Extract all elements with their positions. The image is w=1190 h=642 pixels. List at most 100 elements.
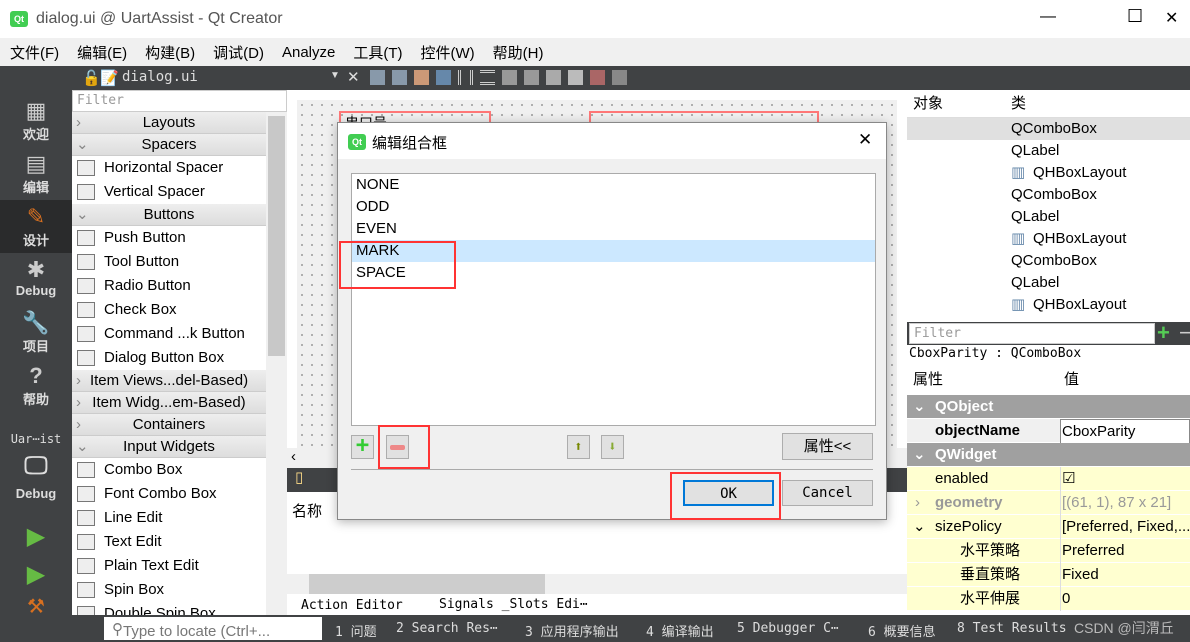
widget-item[interactable]: Combo Box: [72, 458, 266, 482]
maximize-button[interactable]: ☐: [1127, 6, 1143, 27]
property-value[interactable]: [Preferred, Fixed,...: [1060, 515, 1190, 539]
property-row[interactable]: 水平伸展 0: [907, 587, 1190, 611]
property-value[interactable]: [(61, 1), 87 x 21]: [1060, 491, 1190, 515]
new-action-icon[interactable]: ▯: [287, 469, 303, 486]
menu-item[interactable]: 构建(B): [145, 42, 195, 63]
property-value[interactable]: Preferred: [1060, 539, 1190, 563]
edit-buddies-icon[interactable]: [414, 70, 429, 85]
property-row[interactable]: 垂直策略 Fixed: [907, 563, 1190, 587]
combo-items-list[interactable]: NONE ODD EVEN MARK SPACE: [351, 173, 876, 426]
output-pane-button[interactable]: 6 概要信息: [868, 621, 936, 640]
mode-document[interactable]: ▤ 编辑: [0, 151, 72, 196]
mode-grid[interactable]: ▦ 欢迎: [0, 98, 72, 143]
tab-signals-slots-editor[interactable]: Signals _Slots Edi⋯: [427, 595, 627, 615]
layout-grid-icon[interactable]: [568, 70, 583, 85]
property-filter-input[interactable]: Filter: [909, 323, 1155, 344]
widget-category[interactable]: › Layouts: [72, 112, 266, 134]
widget-box-scrollbar[interactable]: [266, 112, 287, 615]
output-pane-button[interactable]: 1 问题: [335, 621, 377, 640]
tab-action-editor[interactable]: Action Editor: [293, 595, 423, 615]
menu-item[interactable]: 调试(D): [213, 42, 264, 63]
adjust-size-icon[interactable]: [612, 70, 627, 85]
combo-item[interactable]: ODD: [352, 196, 875, 218]
object-row[interactable]: ▥ QHBoxLayout: [907, 294, 1190, 316]
property-group[interactable]: ⌄ QObject: [907, 395, 1190, 419]
edit-widgets-icon[interactable]: [370, 70, 385, 85]
action-h-scrollbar[interactable]: [287, 574, 907, 594]
edit-tab-order-icon[interactable]: [436, 70, 451, 85]
cancel-button[interactable]: Cancel: [782, 480, 873, 506]
widget-item[interactable]: Check Box: [72, 298, 266, 322]
widget-item[interactable]: Tool Button: [72, 250, 266, 274]
widget-item[interactable]: Double Spin Box: [72, 602, 266, 615]
object-row[interactable]: QLabel: [907, 140, 1190, 162]
layout-vertical-icon[interactable]: [480, 70, 495, 85]
add-item-button[interactable]: +: [351, 435, 374, 459]
property-group[interactable]: ⌄ QWidget: [907, 443, 1190, 467]
widget-item[interactable]: Text Edit: [72, 530, 266, 554]
widget-category[interactable]: › Item Views...del-Based): [72, 370, 266, 392]
layout-splitter-v-icon[interactable]: [524, 70, 539, 85]
widget-item[interactable]: Font Combo Box: [72, 482, 266, 506]
chevron-down-icon[interactable]: ▼: [330, 70, 340, 81]
menu-item[interactable]: 工具(T): [353, 42, 402, 63]
menu-item[interactable]: 文件(F): [10, 42, 59, 63]
widget-item[interactable]: Radio Button: [72, 274, 266, 298]
menu-item[interactable]: 编辑(E): [77, 42, 127, 63]
mode-pencil[interactable]: ✎ 设计: [0, 200, 72, 253]
remove-property-icon[interactable]: −: [1179, 320, 1190, 346]
property-row[interactable]: › geometry [(61, 1), 87 x 21]: [907, 491, 1190, 515]
break-layout-icon[interactable]: [590, 70, 605, 85]
object-row[interactable]: QComboBox: [907, 250, 1190, 272]
combo-item[interactable]: EVEN: [352, 218, 875, 240]
widget-filter-input[interactable]: Filter: [72, 90, 287, 112]
widget-item[interactable]: Line Edit: [72, 506, 266, 530]
property-value[interactable]: Fixed: [1060, 563, 1190, 587]
layout-splitter-h-icon[interactable]: [502, 70, 517, 85]
object-row[interactable]: QLabel: [907, 272, 1190, 294]
object-row[interactable]: ▥ QHBoxLayout: [907, 162, 1190, 184]
debug-run-icon[interactable]: ▶: [0, 560, 72, 589]
menu-item[interactable]: 控件(W): [421, 42, 475, 63]
edit-signals-icon[interactable]: [392, 70, 407, 85]
widget-item[interactable]: Vertical Spacer: [72, 180, 266, 204]
add-property-icon[interactable]: +: [1157, 320, 1170, 346]
property-row[interactable]: enabled ☑: [907, 467, 1190, 491]
properties-toggle-button[interactable]: 属性<<: [782, 433, 873, 460]
menu-item[interactable]: Analyze: [282, 44, 335, 61]
widget-category[interactable]: › Containers: [72, 414, 266, 436]
open-file-selector[interactable]: dialog.ui: [122, 69, 198, 85]
close-document-icon[interactable]: ✕: [347, 68, 360, 86]
object-row[interactable]: ▥ QHBoxLayout: [907, 228, 1190, 250]
move-down-button[interactable]: ⬇: [601, 435, 624, 459]
output-pane-button[interactable]: 5 Debugger C⋯: [737, 621, 839, 636]
layout-horizontal-icon[interactable]: [458, 70, 473, 85]
output-pane-button[interactable]: 4 编译输出: [646, 621, 714, 640]
menu-item[interactable]: 帮助(H): [493, 42, 544, 63]
run-icon[interactable]: ▶: [0, 522, 72, 551]
combo-item[interactable]: NONE: [352, 174, 875, 196]
property-row[interactable]: 水平策略 Preferred: [907, 539, 1190, 563]
widget-category[interactable]: ⌄ Spacers: [72, 134, 266, 156]
property-row[interactable]: ⌄ sizePolicy [Preferred, Fixed,...: [907, 515, 1190, 539]
property-value[interactable]: ☑: [1060, 467, 1190, 491]
widget-item[interactable]: Command ...k Button: [72, 322, 266, 346]
widget-category[interactable]: ⌄ Input Widgets: [72, 436, 266, 458]
property-value[interactable]: CboxParity: [1060, 419, 1190, 445]
output-pane-button[interactable]: 2 Search Res⋯: [396, 621, 498, 636]
widget-item[interactable]: Plain Text Edit: [72, 554, 266, 578]
object-row[interactable]: QComboBox: [907, 118, 1190, 140]
kit-monitor-icon[interactable]: 🖵: [0, 452, 72, 480]
widget-item[interactable]: Horizontal Spacer: [72, 156, 266, 180]
dialog-close-button[interactable]: ✕: [858, 130, 872, 150]
output-pane-button[interactable]: 3 应用程序输出: [525, 621, 619, 640]
minimize-button[interactable]: —: [1040, 8, 1056, 26]
mode-bug[interactable]: ✱ Debug: [0, 257, 72, 298]
widget-category[interactable]: ⌄ Buttons: [72, 204, 266, 226]
property-row[interactable]: objectName CboxParity: [907, 419, 1190, 445]
object-row[interactable]: QLabel: [907, 206, 1190, 228]
property-value[interactable]: 0: [1060, 587, 1190, 611]
layout-form-icon[interactable]: [546, 70, 561, 85]
mode-wrench[interactable]: 🔧 项目: [0, 310, 72, 355]
output-pane-button[interactable]: 8 Test Results: [957, 621, 1067, 636]
